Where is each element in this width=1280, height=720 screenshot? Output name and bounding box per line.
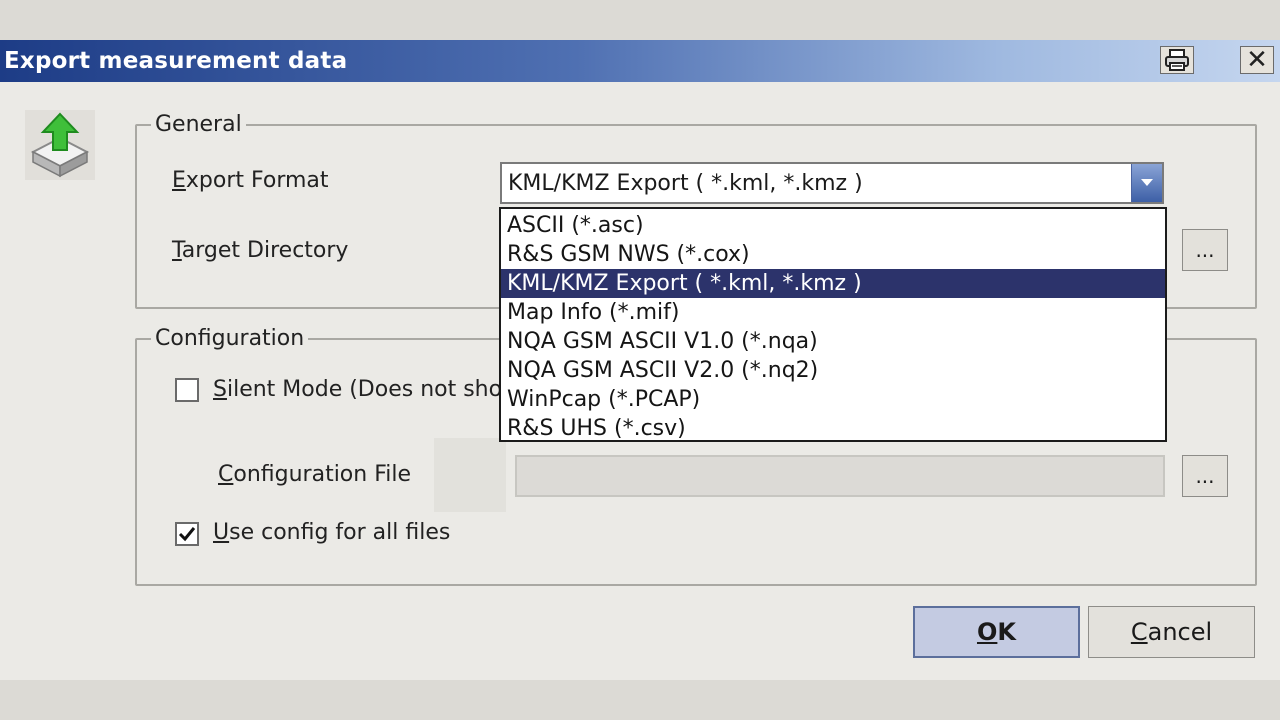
export-arrow-icon	[25, 110, 95, 180]
shaded-area	[434, 438, 506, 512]
export-format-value: KML/KMZ Export ( *.kml, *.kmz )	[508, 171, 863, 196]
configuration-legend: Configuration	[155, 326, 305, 351]
dropdown-option-rs-uhs[interactable]: R&S UHS (*.csv)	[501, 414, 1165, 443]
silent-mode-label: Silent Mode (Does not show	[213, 377, 521, 402]
dropdown-option-ascii[interactable]: ASCII (*.asc)	[501, 211, 1165, 240]
check-mark-icon	[178, 527, 196, 542]
close-icon: ✕	[1246, 45, 1268, 75]
target-directory-label: Target Directory	[172, 238, 349, 263]
chevron-down-icon	[1141, 179, 1153, 186]
dropdown-option-nqa-v1[interactable]: NQA GSM ASCII V1.0 (*.nqa)	[501, 327, 1165, 356]
dropdown-option-rs-gsm-nws[interactable]: R&S GSM NWS (*.cox)	[501, 240, 1165, 269]
export-format-dropdown-list[interactable]: ASCII (*.asc) R&S GSM NWS (*.cox) KML/KM…	[499, 207, 1167, 442]
configuration-file-browse-button[interactable]: ...	[1182, 455, 1228, 497]
dropdown-option-winpcap[interactable]: WinPcap (*.PCAP)	[501, 385, 1165, 414]
export-format-label: Export Format	[172, 168, 329, 193]
configuration-file-label: Configuration File	[218, 462, 412, 487]
general-legend: General	[155, 112, 242, 137]
dropdown-option-mapinfo[interactable]: Map Info (*.mif)	[501, 298, 1165, 327]
close-button[interactable]: ✕	[1240, 46, 1274, 74]
export-dialog: Export measurement data ✕ General Export…	[0, 40, 1280, 680]
window-title: Export measurement data	[4, 48, 348, 74]
title-bar[interactable]: Export measurement data ✕	[0, 40, 1280, 82]
silent-mode-checkbox[interactable]	[175, 378, 199, 402]
ok-button[interactable]: OK	[913, 606, 1080, 658]
dropdown-option-nqa-v2[interactable]: NQA GSM ASCII V2.0 (*.nq2)	[501, 356, 1165, 385]
dropdown-option-kml-kmz[interactable]: KML/KMZ Export ( *.kml, *.kmz )	[501, 269, 1165, 298]
target-directory-browse-button[interactable]: ...	[1182, 229, 1228, 271]
use-config-label: Use config for all files	[213, 520, 451, 545]
configuration-file-input[interactable]	[515, 455, 1165, 497]
use-config-checkbox[interactable]	[175, 522, 199, 546]
export-format-combobox[interactable]: KML/KMZ Export ( *.kml, *.kmz )	[500, 162, 1164, 204]
dropdown-button[interactable]	[1131, 164, 1162, 202]
cancel-button[interactable]: Cancel	[1088, 606, 1255, 658]
print-button[interactable]	[1160, 46, 1194, 74]
printer-icon	[1165, 49, 1189, 71]
